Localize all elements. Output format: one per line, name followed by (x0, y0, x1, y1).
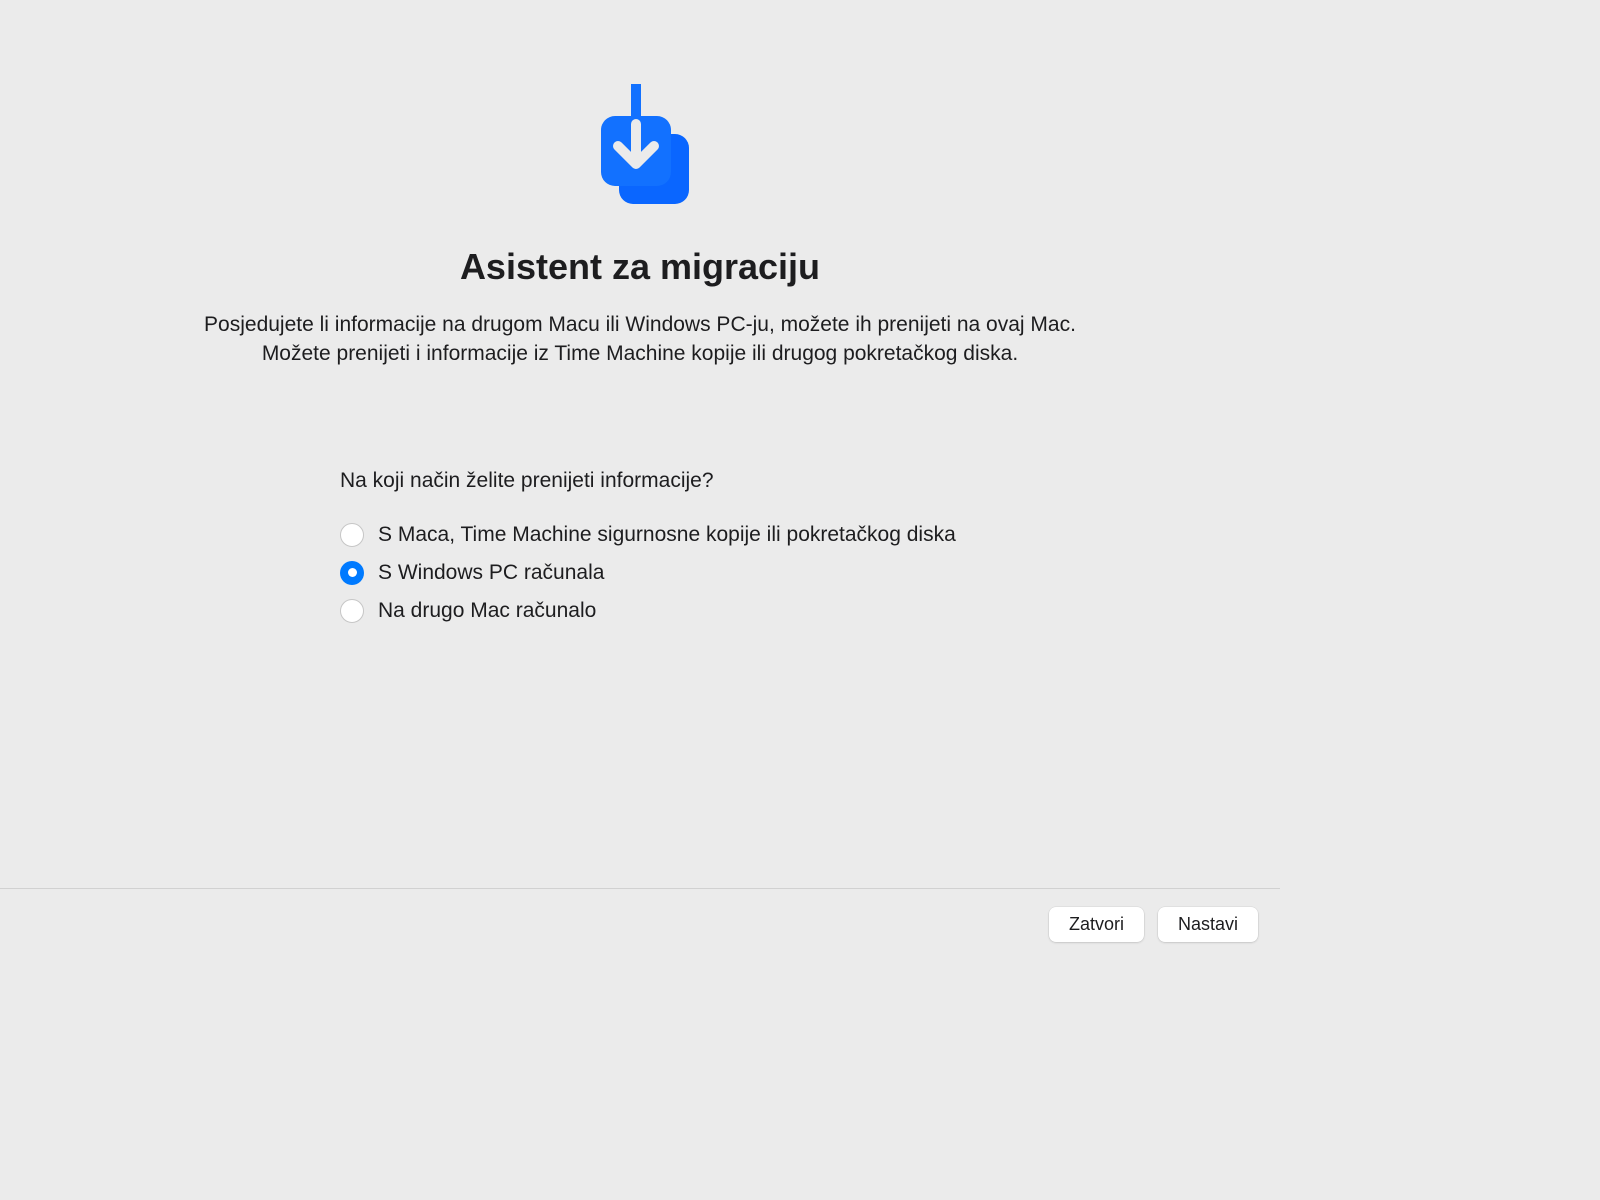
transfer-question: Na koji način želite prenijeti informaci… (340, 469, 980, 493)
radio-label: S Windows PC računala (378, 561, 604, 585)
radio-group: S Maca, Time Machine sigurnosne kopije i… (340, 523, 980, 623)
radio-option-to-mac[interactable]: Na drugo Mac računalo (340, 599, 980, 623)
continue-button[interactable]: Nastavi (1158, 907, 1258, 942)
radio-button-selected-icon (340, 561, 364, 585)
radio-button-icon (340, 523, 364, 547)
migration-icon (575, 84, 705, 224)
radio-button-icon (340, 599, 364, 623)
radio-option-from-mac[interactable]: S Maca, Time Machine sigurnosne kopije i… (340, 523, 980, 547)
page-title: Asistent za migraciju (460, 246, 820, 288)
radio-option-from-windows[interactable]: S Windows PC računala (340, 561, 980, 585)
page-description: Posjedujete li informacije na drugom Mac… (140, 310, 1140, 369)
main-content: Asistent za migraciju Posjedujete li inf… (0, 0, 1280, 888)
footer-bar: Zatvori Nastavi (0, 888, 1280, 960)
close-button[interactable]: Zatvori (1049, 907, 1144, 942)
migration-assistant-window: Asistent za migraciju Posjedujete li inf… (0, 0, 1280, 960)
transfer-options-section: Na koji način želite prenijeti informaci… (340, 469, 980, 623)
radio-label: S Maca, Time Machine sigurnosne kopije i… (378, 523, 956, 547)
radio-label: Na drugo Mac računalo (378, 599, 596, 623)
